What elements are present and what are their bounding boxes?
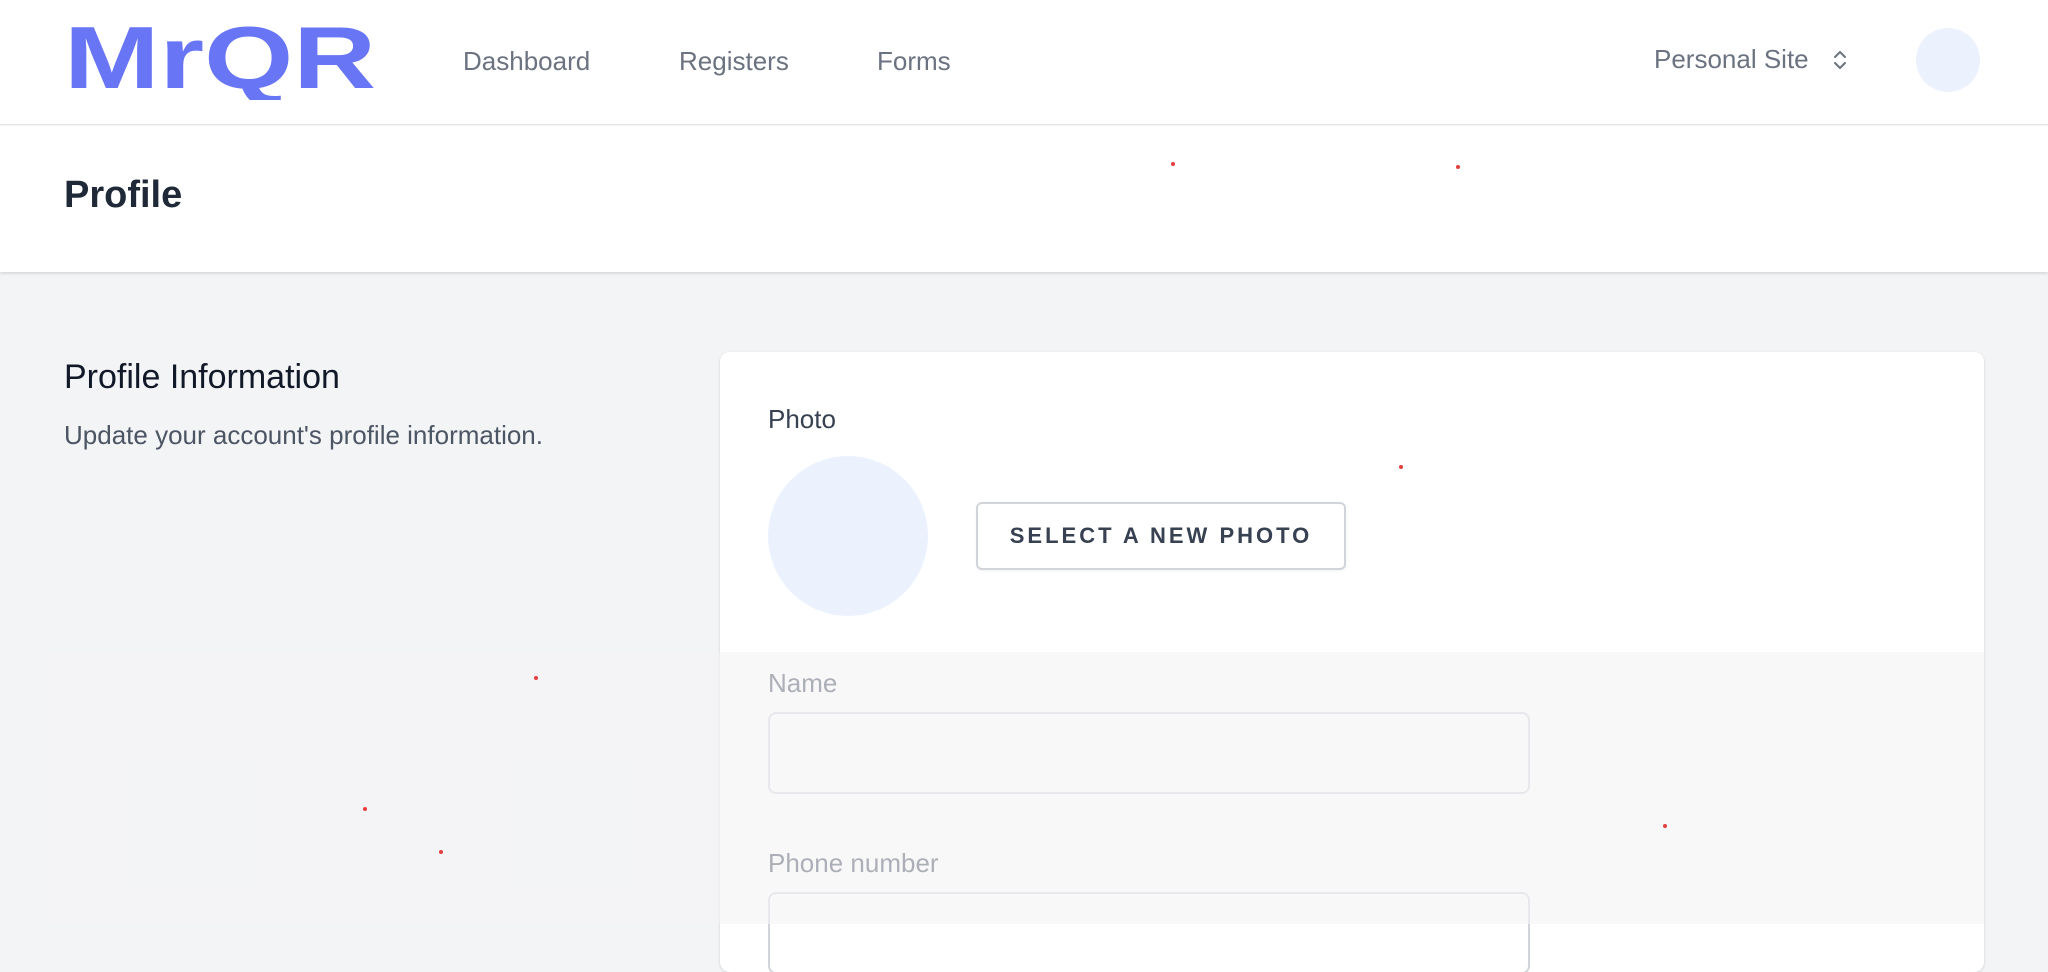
- red-dot: [363, 807, 367, 811]
- phone-number-input[interactable]: [768, 892, 1530, 972]
- page-title: Profile: [64, 174, 183, 216]
- name-label: Name: [768, 668, 838, 698]
- select-new-photo-button[interactable]: SELECT A NEW PHOTO: [976, 502, 1346, 570]
- team-switcher-label: Personal Site: [1654, 44, 1809, 74]
- nav-link-forms[interactable]: Forms: [877, 46, 951, 77]
- profile-photo-preview: [768, 456, 928, 616]
- team-switcher[interactable]: Personal Site: [1654, 44, 1849, 75]
- section-description: Update your account's profile informatio…: [64, 420, 543, 450]
- svg-text:MrQR: MrQR: [64, 22, 376, 100]
- top-navigation: MrQR Dashboard Registers Forms Personal …: [0, 0, 2048, 125]
- phone-number-label: Phone number: [768, 848, 939, 878]
- section-title: Profile Information: [64, 358, 340, 396]
- user-menu-avatar[interactable]: [1916, 28, 1980, 92]
- nav-link-dashboard[interactable]: Dashboard: [463, 46, 590, 77]
- chevron-up-down-icon: [1833, 50, 1846, 69]
- red-dot: [534, 676, 538, 680]
- page-header: Profile: [0, 126, 2048, 272]
- red-dot: [439, 850, 443, 854]
- name-input[interactable]: [768, 712, 1530, 794]
- mrqr-logo[interactable]: MrQR: [64, 22, 376, 100]
- nav-link-registers[interactable]: Registers: [679, 46, 789, 77]
- profile-form-card: Photo SELECT A NEW PHOTO Name Phone numb…: [720, 352, 1984, 972]
- photo-label: Photo: [768, 404, 836, 434]
